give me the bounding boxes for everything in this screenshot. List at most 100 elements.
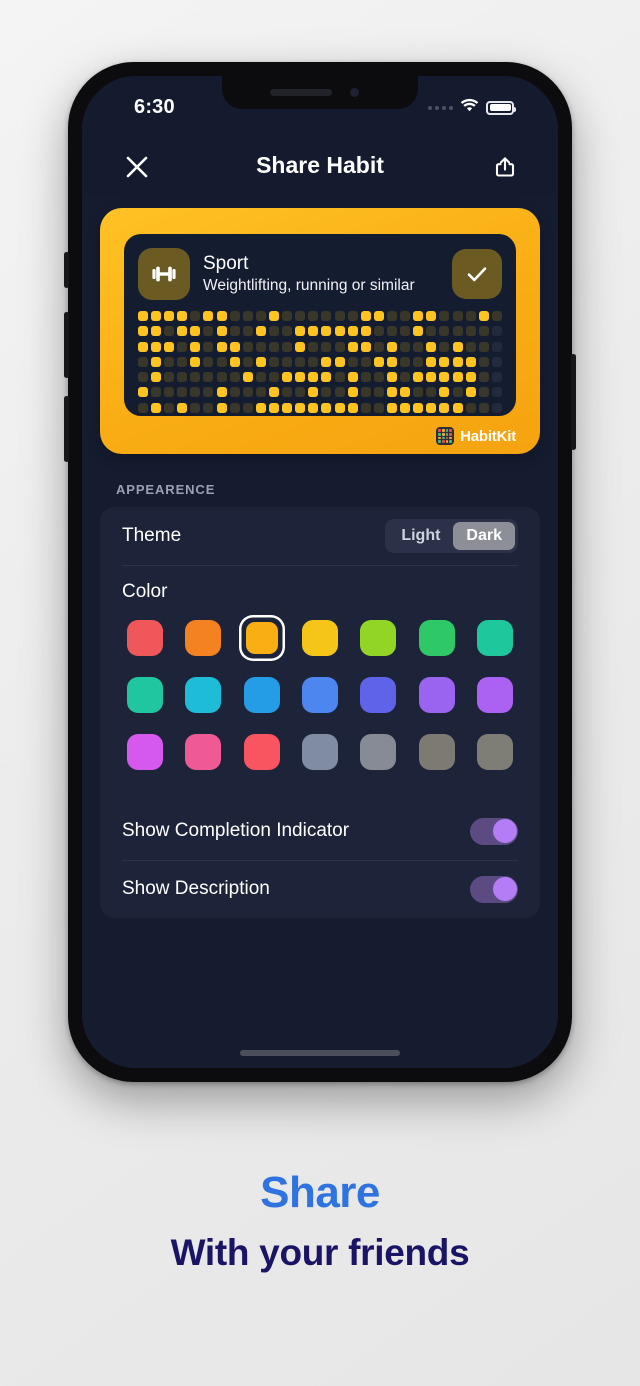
habit-grid-cell [491, 326, 502, 337]
habit-grid-cell [413, 387, 424, 398]
color-swatch[interactable] [239, 615, 285, 661]
color-swatch[interactable] [297, 615, 343, 661]
phone-volume-up-button [64, 312, 69, 378]
habit-grid-cell [491, 387, 502, 398]
color-swatch-fill [245, 622, 278, 654]
habit-grid-cell [138, 341, 148, 352]
habit-grid-cell [229, 341, 240, 352]
habit-grid-cell [269, 311, 280, 321]
habit-grid-cell [164, 311, 175, 321]
habit-grid-cell [177, 387, 188, 398]
color-swatch-fill [301, 677, 338, 713]
status-bar-clock: 6:30 [134, 96, 175, 118]
habit-grid-cell [255, 341, 266, 352]
habit-grid-cell [452, 311, 463, 321]
checkmark-icon [452, 249, 502, 299]
habit-grid-cell [203, 341, 214, 352]
color-swatch-fill [360, 620, 397, 656]
habit-grid-cell [269, 387, 280, 398]
habit-grid-cell [295, 326, 306, 337]
habit-grid-cell [478, 311, 489, 321]
color-swatch[interactable] [180, 729, 226, 775]
habit-grid-cell [387, 326, 398, 337]
color-swatch-fill [127, 677, 163, 713]
habit-grid-cell [334, 402, 345, 413]
habit-grid-cell [439, 402, 450, 413]
habit-grid-cell [216, 356, 227, 367]
habit-grid-cell [177, 311, 188, 321]
theme-segmented-control[interactable]: Light Dark [385, 519, 518, 553]
habit-grid-cell [255, 387, 266, 398]
habit-grid-cell [334, 341, 345, 352]
habit-grid-cell [269, 341, 280, 352]
color-swatch[interactable] [355, 729, 401, 775]
habit-grid-cell [347, 387, 358, 398]
habit-grid-cell [400, 326, 411, 337]
habit-grid-cell [308, 402, 319, 413]
show-description-row[interactable]: Show Description [100, 860, 540, 918]
habit-grid-cell [190, 311, 201, 321]
habit-grid-cell [164, 387, 175, 398]
habit-grid-cell [321, 311, 332, 321]
color-swatch[interactable] [414, 672, 460, 718]
phone-screen: 6:30 Share Habit Sport Weightlifting, ru… [82, 76, 558, 1068]
appearance-settings-panel: Theme Light Dark Color Show Completion I… [100, 507, 540, 918]
color-swatch[interactable] [122, 615, 168, 661]
color-swatch[interactable] [122, 672, 168, 718]
color-swatch[interactable] [180, 615, 226, 661]
signal-dots-icon [428, 105, 453, 110]
habit-grid-cell [282, 402, 293, 413]
color-swatch[interactable] [180, 672, 226, 718]
habit-grid-cell [138, 356, 148, 367]
color-swatch[interactable] [472, 729, 518, 775]
habit-grid-cell [190, 356, 201, 367]
habit-grid-cell [177, 356, 188, 367]
habit-grid-cell [151, 402, 162, 413]
earpiece-speaker [270, 89, 332, 96]
habit-grid-cell [229, 356, 240, 367]
habit-grid-cell [373, 356, 384, 367]
color-swatch[interactable] [414, 729, 460, 775]
color-swatch[interactable] [122, 729, 168, 775]
habit-grid-cell [400, 372, 411, 383]
habit-grid-cell [282, 356, 293, 367]
habit-grid-cell [216, 326, 227, 337]
habit-grid-cell [269, 372, 280, 383]
habit-share-preview-card: Sport Weightlifting, running or similar … [100, 208, 540, 454]
habit-grid-cell [478, 356, 489, 367]
show-completion-indicator-toggle[interactable] [470, 817, 518, 845]
share-icon[interactable] [488, 150, 522, 184]
theme-option-dark[interactable]: Dark [453, 522, 515, 550]
color-swatch[interactable] [414, 615, 460, 661]
habit-grid-cell [321, 326, 332, 337]
habit-grid-cell [308, 372, 319, 383]
habit-grid-cell [151, 387, 162, 398]
color-swatch[interactable] [472, 672, 518, 718]
color-swatch[interactable] [297, 672, 343, 718]
color-swatch[interactable] [239, 672, 285, 718]
habit-grid-cell [177, 341, 188, 352]
home-indicator[interactable] [240, 1050, 400, 1056]
color-swatch[interactable] [297, 729, 343, 775]
color-swatch-row [122, 615, 518, 661]
habit-grid-cell [164, 326, 175, 337]
habit-grid-cell [426, 372, 437, 383]
front-camera [350, 88, 359, 97]
color-swatch[interactable] [472, 615, 518, 661]
habit-grid-cell [387, 372, 398, 383]
habitkit-brand-name: HabitKit [460, 427, 516, 445]
habit-grid-cell [216, 387, 227, 398]
color-swatch[interactable] [355, 672, 401, 718]
color-swatch[interactable] [239, 729, 285, 775]
show-description-toggle[interactable] [470, 875, 518, 903]
show-completion-indicator-row[interactable]: Show Completion Indicator [100, 802, 540, 860]
habit-grid-cell [334, 311, 345, 321]
habit-grid-cell [439, 372, 450, 383]
habit-grid-cell [269, 356, 280, 367]
habit-grid-cell [229, 311, 240, 321]
theme-option-light[interactable]: Light [388, 522, 453, 550]
color-swatch[interactable] [355, 615, 401, 661]
navigation-bar: Share Habit [82, 138, 558, 196]
habit-grid-cell [387, 341, 398, 352]
habit-card: Sport Weightlifting, running or similar [124, 234, 516, 416]
